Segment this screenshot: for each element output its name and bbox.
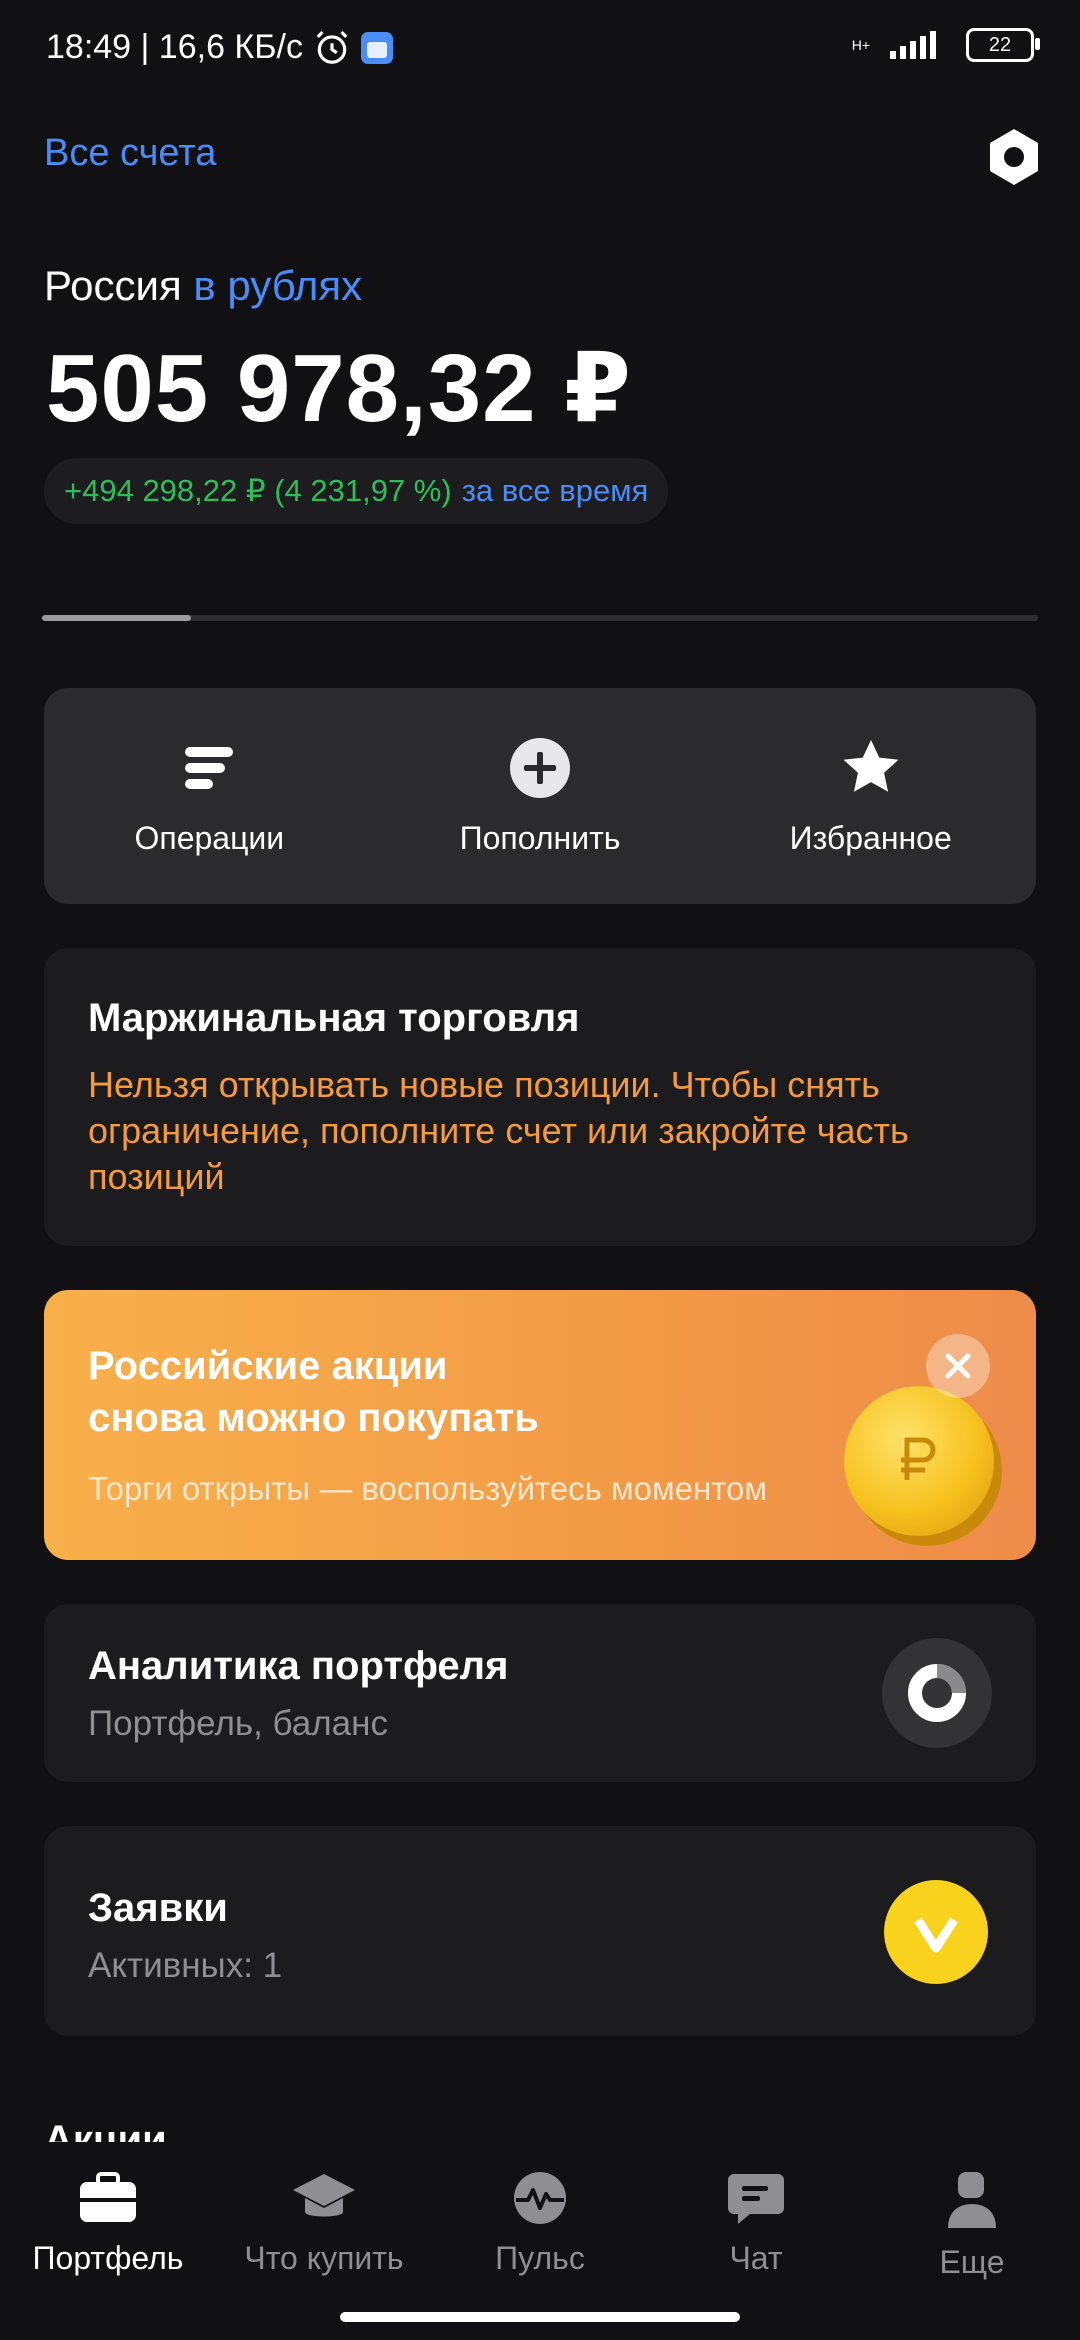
nav-pulse[interactable]: Пульс [432,2142,648,2340]
portfolio-region: Россия в рублях [44,262,362,310]
top-up-label: Пополнить [459,819,621,856]
promo-title-line2: снова можно покупать [88,1396,539,1440]
carousel-track [42,615,1038,621]
settings-icon[interactable] [982,125,1046,189]
analytics-title: Аналитика портфеля [88,1644,509,1688]
chat-icon [728,2174,784,2224]
nav-portfolio-label: Портфель [32,2240,184,2276]
quick-actions: Операции Пополнить Избранное [44,688,1036,904]
promo-banner[interactable]: Российские акции снова можно покупать То… [44,1290,1036,1560]
margin-warning-text: Нельзя открывать новые позиции. Чтобы сн… [88,1064,909,1197]
orders-check-icon [884,1880,988,1984]
alarm-icon [316,30,348,64]
battery-level: 22 [988,33,1012,56]
status-time-speed: 18:49 | 16,6 КБ/с [46,28,303,66]
nav-chat[interactable]: Чат [648,2142,864,2340]
status-right: H+ 22 [851,28,1040,62]
home-indicator[interactable] [340,2312,740,2322]
portfolio-total: 505 978,32 ₽ [46,335,632,442]
analytics-icon [882,1638,992,1748]
nav-pulse-label: Пульс [495,2240,585,2276]
margin-trading-card[interactable]: Маржинальная торговля Нельзя открывать н… [44,948,1036,1246]
promo-close-button[interactable] [926,1334,990,1398]
orders-card[interactable]: Заявки Активных: 1 [44,1826,1036,2036]
profit-value: +494 298,22 ₽ (4 231,97 %) [64,473,452,508]
profit-period: за все время [461,473,649,508]
portfolio-analytics-card[interactable]: Аналитика портфеля Портфель, баланс [44,1604,1036,1782]
profile-icon [948,2172,996,2228]
currency-switch[interactable]: в рублях [193,262,362,309]
star-icon [839,736,903,800]
operations-icon [177,736,241,800]
nav-what-to-buy-label: Что купить [244,2240,404,2276]
close-icon [945,1353,971,1379]
signal-icon [890,31,936,59]
plus-circle-icon [508,736,572,800]
ruble-coin-symbol [901,1437,936,1480]
nav-more-label: Еще [939,2244,1005,2280]
promo-title: Российские акции снова можно покупать [88,1340,728,1444]
margin-title: Маржинальная торговля [88,996,580,1040]
operations-button[interactable]: Операции [44,688,375,904]
network-type: H+ [851,37,870,53]
stocks-section-title: Акции [44,2118,167,2142]
region-label: Россия [44,262,182,309]
all-accounts-link[interactable]: Все счета [44,132,216,175]
nav-more[interactable]: Еще [864,2142,1080,2340]
graduation-cap-icon [293,2174,355,2217]
profit-pill[interactable]: +494 298,22 ₽ (4 231,97 %) за все время [44,458,669,524]
status-left: 18:49 | 16,6 КБ/с [46,28,393,67]
analytics-subtitle: Портфель, баланс [88,1704,388,1743]
pulse-icon [514,2172,566,2224]
briefcase-icon [80,2172,136,2222]
promo-title-line1: Российские акции [88,1344,448,1388]
favorites-button[interactable]: Избранное [705,688,1036,904]
calendar-app-icon [361,31,393,64]
bottom-nav: Портфель Что купить Пульс Чат Еще [0,2142,1080,2340]
top-up-button[interactable]: Пополнить [375,688,706,904]
nav-chat-label: Чат [729,2240,783,2276]
battery-icon: 22 [966,28,1040,62]
nav-portfolio[interactable]: Портфель [0,2142,216,2340]
orders-subtitle: Активных: 1 [88,1946,283,1985]
promo-subtitle: Торги открыты — воспользуйтесь моментом [88,1470,768,1507]
favorites-label: Избранное [789,819,952,856]
nav-what-to-buy[interactable]: Что купить [216,2142,432,2340]
carousel-indicator [42,615,192,621]
status-bar: 18:49 | 16,6 КБ/с H+ 22 [0,0,1080,100]
operations-label: Операции [134,819,285,856]
orders-title: Заявки [88,1886,228,1930]
